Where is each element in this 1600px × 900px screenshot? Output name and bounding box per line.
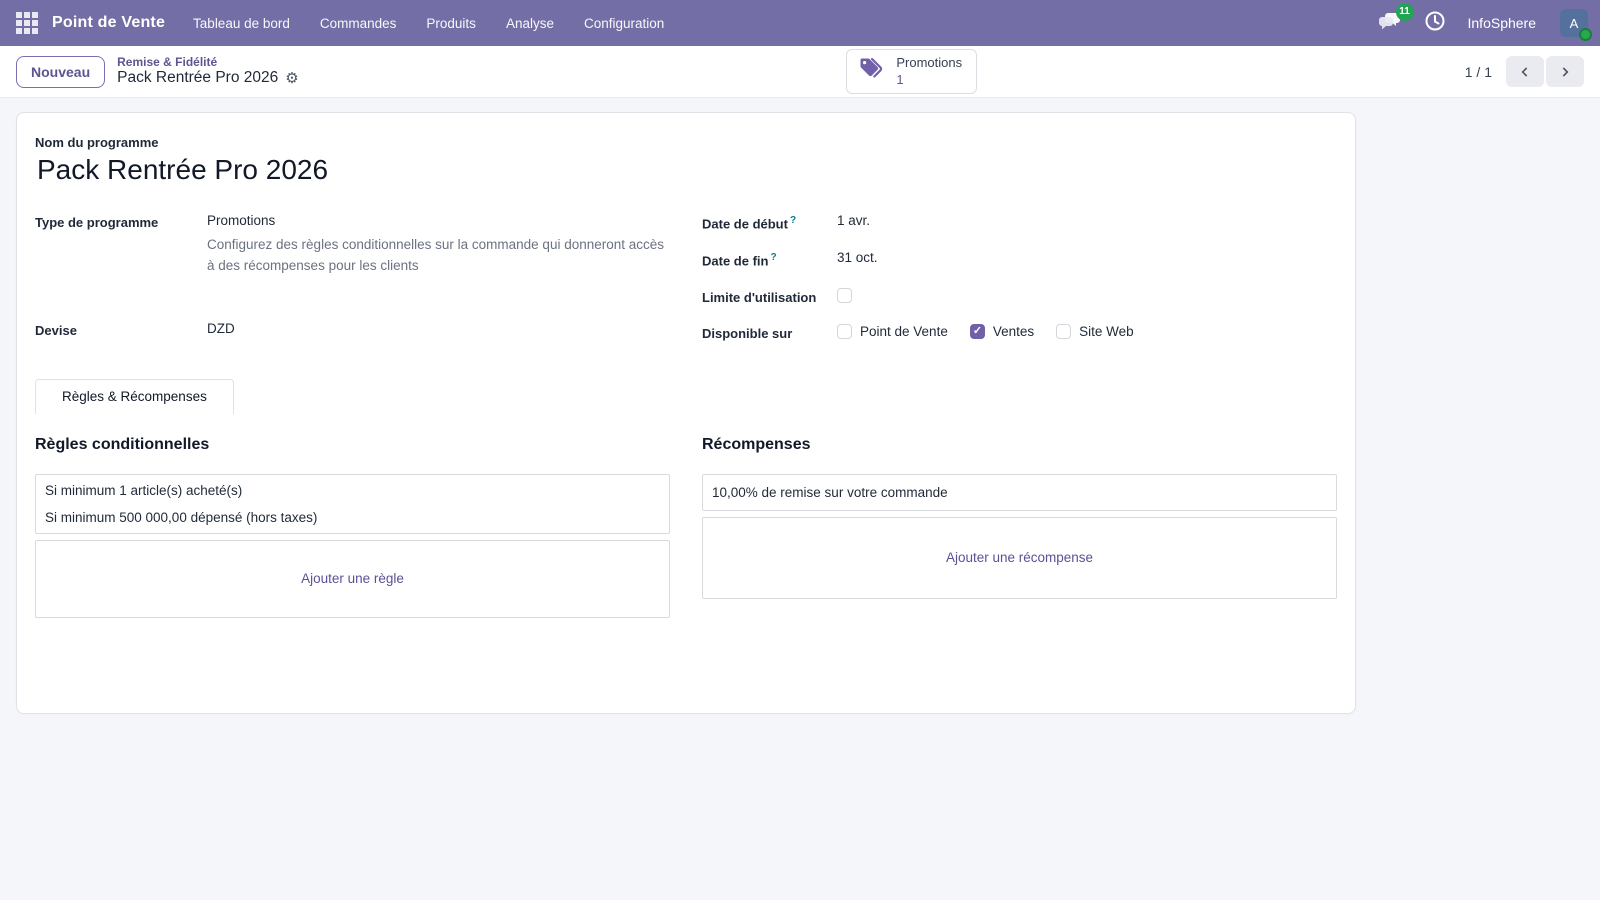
tab-rules-rewards[interactable]: Règles & Récompenses xyxy=(35,379,234,414)
activity-clock-icon[interactable] xyxy=(1424,10,1446,37)
control-panel: Nouveau Remise & Fidélité Pack Rentrée P… xyxy=(0,46,1600,98)
promotions-smart-button[interactable]: Promotions 1 xyxy=(846,49,977,94)
rewards-list: 10,00% de remise sur votre commande xyxy=(702,474,1337,511)
smart-button-count: 1 xyxy=(896,72,962,88)
checkbox-ventes-label: Ventes xyxy=(993,324,1034,339)
top-navbar: Point de Vente Tableau de bord Commandes… xyxy=(0,0,1600,46)
available-on-label: Disponible sur xyxy=(702,324,837,341)
date-end-value[interactable]: 31 oct. xyxy=(837,250,878,265)
online-status-dot xyxy=(1579,28,1592,41)
rule-row[interactable]: Si minimum 500 000,00 dépensé (hors taxe… xyxy=(36,507,669,534)
checkbox-site-web[interactable] xyxy=(1056,324,1071,339)
new-button[interactable]: Nouveau xyxy=(16,56,105,88)
checkbox-ventes[interactable] xyxy=(970,324,985,339)
rewards-section: Récompenses 10,00% de remise sur votre c… xyxy=(702,436,1337,625)
gear-icon[interactable]: ⚙ xyxy=(285,70,298,87)
program-type-value[interactable]: Promotions xyxy=(207,213,275,228)
company-name[interactable]: InfoSphere xyxy=(1468,15,1537,31)
pricetags-icon xyxy=(857,56,887,87)
usage-limit-checkbox[interactable] xyxy=(837,288,852,303)
usage-limit-label: Limite d'utilisation xyxy=(702,288,837,305)
date-start-value[interactable]: 1 avr. xyxy=(837,213,870,228)
program-type-label: Type de programme xyxy=(35,213,175,230)
program-name-label: Nom du programme xyxy=(35,135,1337,150)
message-count-badge: 11 xyxy=(1396,3,1414,21)
content-area: Nom du programme Pack Rentrée Pro 2026 T… xyxy=(0,98,1600,900)
help-marker-icon: ? xyxy=(790,215,796,226)
form-sheet: Nom du programme Pack Rentrée Pro 2026 T… xyxy=(16,112,1356,714)
menu-item-products[interactable]: Produits xyxy=(426,16,476,31)
currency-value[interactable]: DZD xyxy=(207,321,235,336)
main-menu: Tableau de bord Commandes Produits Analy… xyxy=(193,16,664,31)
breadcrumb-current: Pack Rentrée Pro 2026 xyxy=(117,69,278,87)
apps-grid-icon[interactable] xyxy=(16,12,38,34)
checkbox-point-de-vente-label: Point de Vente xyxy=(860,324,948,339)
program-type-help: Configurez des règles conditionnelles su… xyxy=(207,234,670,276)
program-name-input[interactable]: Pack Rentrée Pro 2026 xyxy=(37,154,1337,186)
menu-item-configuration[interactable]: Configuration xyxy=(584,16,664,31)
menu-item-orders[interactable]: Commandes xyxy=(320,16,397,31)
rewards-title: Récompenses xyxy=(702,436,1337,454)
user-menu[interactable]: A xyxy=(1560,9,1588,37)
checkbox-site-web-label: Site Web xyxy=(1079,324,1134,339)
reward-row[interactable]: 10,00% de remise sur votre commande xyxy=(703,475,1336,510)
checkbox-point-de-vente[interactable] xyxy=(837,324,852,339)
rules-list: Si minimum 1 article(s) acheté(s) Si min… xyxy=(35,474,670,535)
chat-bubbles-icon xyxy=(1378,19,1402,36)
rules-section: Règles conditionnelles Si minimum 1 arti… xyxy=(35,436,670,625)
rule-row[interactable]: Si minimum 1 article(s) acheté(s) xyxy=(36,475,669,507)
help-marker-icon: ? xyxy=(770,252,776,263)
breadcrumb: Remise & Fidélité Pack Rentrée Pro 2026 … xyxy=(117,56,299,88)
pager-next-button[interactable] xyxy=(1546,56,1584,87)
date-start-label: Date de début? xyxy=(702,213,837,231)
date-end-label: Date de fin? xyxy=(702,250,837,268)
notebook-tabs: Règles & Récompenses xyxy=(35,379,1337,414)
pager-counter: 1 / 1 xyxy=(1465,64,1492,80)
app-title[interactable]: Point de Vente xyxy=(52,14,165,32)
add-reward-button[interactable]: Ajouter une récompense xyxy=(702,517,1337,599)
currency-label: Devise xyxy=(35,321,175,338)
rules-title: Règles conditionnelles xyxy=(35,436,670,454)
add-rule-button[interactable]: Ajouter une règle xyxy=(35,540,670,618)
smart-button-label: Promotions xyxy=(896,55,962,71)
messages-button[interactable]: 11 xyxy=(1378,10,1402,37)
pager-previous-button[interactable] xyxy=(1506,56,1544,87)
menu-item-dashboard[interactable]: Tableau de bord xyxy=(193,16,290,31)
breadcrumb-parent-link[interactable]: Remise & Fidélité xyxy=(117,56,299,70)
menu-item-analysis[interactable]: Analyse xyxy=(506,16,554,31)
